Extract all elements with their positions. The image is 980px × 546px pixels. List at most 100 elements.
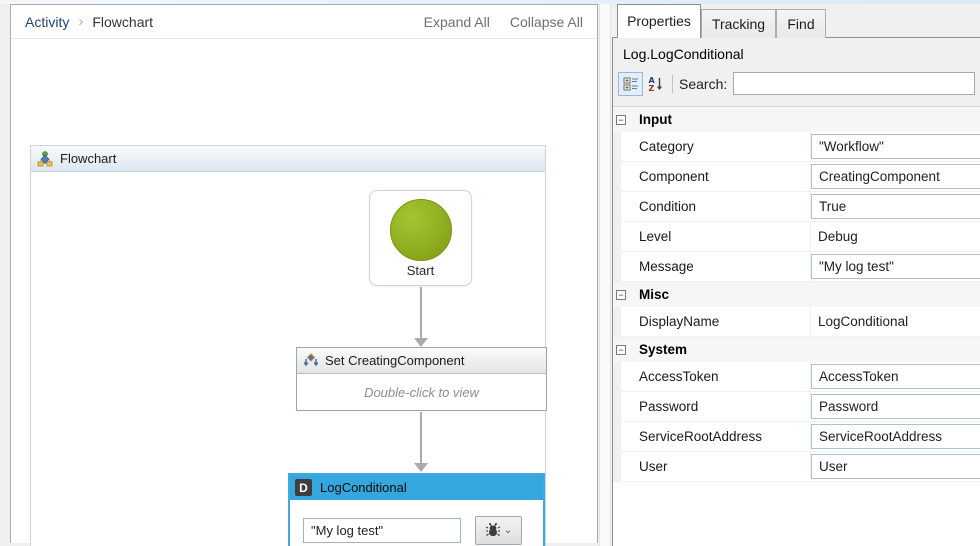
property-row-message[interactable]: Message"My log test"	[613, 252, 980, 282]
property-value[interactable]: "My log test"	[811, 254, 980, 279]
logconditional-header[interactable]: D LogConditional	[290, 475, 543, 500]
row-gutter	[613, 192, 621, 222]
panel-splitter[interactable]	[599, 4, 611, 546]
row-gutter	[613, 362, 621, 392]
category-name: Input	[639, 112, 672, 127]
property-value[interactable]: True	[811, 194, 980, 219]
set-creatingcomponent-activity[interactable]: Set CreatingComponent Double-click to vi…	[296, 347, 547, 411]
properties-tab-strip: Properties Tracking Find	[612, 4, 980, 37]
property-value[interactable]: Password	[811, 394, 980, 419]
category-name: System	[639, 342, 687, 357]
assign-icon	[303, 353, 319, 369]
property-label: AccessToken	[621, 362, 811, 392]
flowchart-activity[interactable]: Flowchart Start Set CreatingComponent	[30, 145, 546, 546]
property-value[interactable]: User	[811, 454, 980, 479]
log-message-input[interactable]	[303, 518, 461, 543]
breadcrumb: Activity › Flowchart Expand All Collapse…	[11, 5, 597, 39]
property-row-accesstoken[interactable]: AccessTokenAccessToken	[613, 362, 980, 392]
property-label: Condition	[621, 192, 811, 222]
property-row-displayname[interactable]: DisplayNameLogConditional	[613, 307, 980, 337]
property-row-condition[interactable]: ConditionTrue	[613, 192, 980, 222]
set-activity-body[interactable]: Double-click to view	[297, 374, 546, 411]
property-value[interactable]: CreatingComponent	[811, 164, 980, 189]
chevron-down-icon: ⌄	[504, 525, 512, 536]
property-label: Password	[621, 392, 811, 422]
row-gutter	[613, 252, 621, 282]
set-activity-title: Set CreatingComponent	[325, 353, 464, 368]
category-row-system[interactable]: − System	[613, 337, 980, 362]
breadcrumb-chevron-icon: ›	[78, 13, 83, 30]
property-value-cell[interactable]: True	[811, 192, 980, 222]
collapse-toggle-icon[interactable]: −	[616, 345, 626, 355]
set-activity-header[interactable]: Set CreatingComponent	[297, 348, 546, 374]
connector-arrow[interactable]	[414, 287, 428, 347]
category-row-input[interactable]: − Input	[613, 107, 980, 132]
collapse-toggle-icon[interactable]: −	[616, 115, 626, 125]
alphabetical-sort-button[interactable]: A Z	[643, 72, 668, 96]
properties-panel: Log.LogConditional A Z Search: − Input Cat…	[612, 37, 980, 546]
tab-tracking[interactable]: Tracking	[701, 9, 776, 38]
property-value-cell[interactable]: AccessToken	[811, 362, 980, 392]
property-value-cell[interactable]: "My log test"	[811, 252, 980, 282]
debug-dropdown-button[interactable]: ⌄	[475, 516, 522, 545]
categorized-view-icon	[623, 76, 639, 92]
toolbar-separator	[672, 75, 673, 93]
start-label: Start	[370, 263, 471, 278]
categorized-view-button[interactable]	[618, 72, 643, 96]
property-value-cell[interactable]: "Workflow"	[811, 132, 980, 162]
property-value-cell[interactable]: LogConditional	[811, 307, 980, 337]
start-circle-icon	[390, 199, 452, 261]
property-row-category[interactable]: Category"Workflow"	[613, 132, 980, 162]
row-gutter	[613, 307, 621, 337]
property-label: Component	[621, 162, 811, 192]
designer-canvas[interactable]: Flowchart Start Set CreatingComponent	[11, 39, 597, 543]
breadcrumb-flowchart: Flowchart	[92, 14, 153, 30]
start-node[interactable]: Start	[369, 190, 472, 286]
property-value-cell[interactable]: User	[811, 452, 980, 482]
property-value[interactable]: Debug	[811, 222, 980, 251]
property-value[interactable]: AccessToken	[811, 364, 980, 389]
property-value-cell[interactable]: CreatingComponent	[811, 162, 980, 192]
row-gutter	[613, 222, 621, 252]
property-label: Level	[621, 222, 811, 252]
category-row-misc[interactable]: − Misc	[613, 282, 980, 307]
activity-type-badge: D	[295, 479, 312, 496]
property-value-cell[interactable]: Debug	[811, 222, 980, 252]
workflow-designer-panel: Activity › Flowchart Expand All Collapse…	[10, 4, 598, 543]
property-value[interactable]: ServiceRootAddress	[811, 424, 980, 449]
logconditional-activity[interactable]: D LogConditional	[288, 473, 545, 546]
bug-icon	[485, 522, 501, 538]
property-value-cell[interactable]: Password	[811, 392, 980, 422]
category-name: Misc	[639, 287, 669, 302]
connector-arrow[interactable]	[414, 412, 428, 472]
property-row-user[interactable]: UserUser	[613, 452, 980, 482]
row-gutter	[613, 422, 621, 452]
flowchart-header[interactable]: Flowchart	[31, 146, 545, 172]
row-gutter	[613, 162, 621, 192]
property-grid: −InputCategory"Workflow"ComponentCreatin…	[613, 106, 980, 546]
property-label: User	[621, 452, 811, 482]
property-row-password[interactable]: PasswordPassword	[613, 392, 980, 422]
property-label: ServiceRootAddress	[621, 422, 811, 452]
property-label: Message	[621, 252, 811, 282]
row-gutter	[613, 392, 621, 422]
property-row-component[interactable]: ComponentCreatingComponent	[613, 162, 980, 192]
flowchart-icon	[37, 151, 53, 167]
logconditional-title: LogConditional	[320, 480, 407, 495]
properties-toolbar: A Z Search:	[613, 68, 980, 99]
property-value[interactable]: LogConditional	[811, 307, 980, 336]
collapse-all-button[interactable]: Collapse All	[510, 14, 583, 30]
property-value-cell[interactable]: ServiceRootAddress	[811, 422, 980, 452]
search-label: Search:	[679, 76, 727, 92]
expand-all-button[interactable]: Expand All	[424, 14, 490, 30]
tab-properties[interactable]: Properties	[617, 4, 701, 38]
tab-find[interactable]: Find	[776, 9, 826, 38]
search-input[interactable]	[733, 72, 975, 95]
property-row-servicerootaddress[interactable]: ServiceRootAddressServiceRootAddress	[613, 422, 980, 452]
collapse-toggle-icon[interactable]: −	[616, 290, 626, 300]
breadcrumb-activity[interactable]: Activity	[25, 14, 69, 30]
property-label: Category	[621, 132, 811, 162]
property-value[interactable]: "Workflow"	[811, 134, 980, 159]
selected-object-name: Log.LogConditional	[613, 38, 980, 68]
property-row-level[interactable]: LevelDebug	[613, 222, 980, 252]
